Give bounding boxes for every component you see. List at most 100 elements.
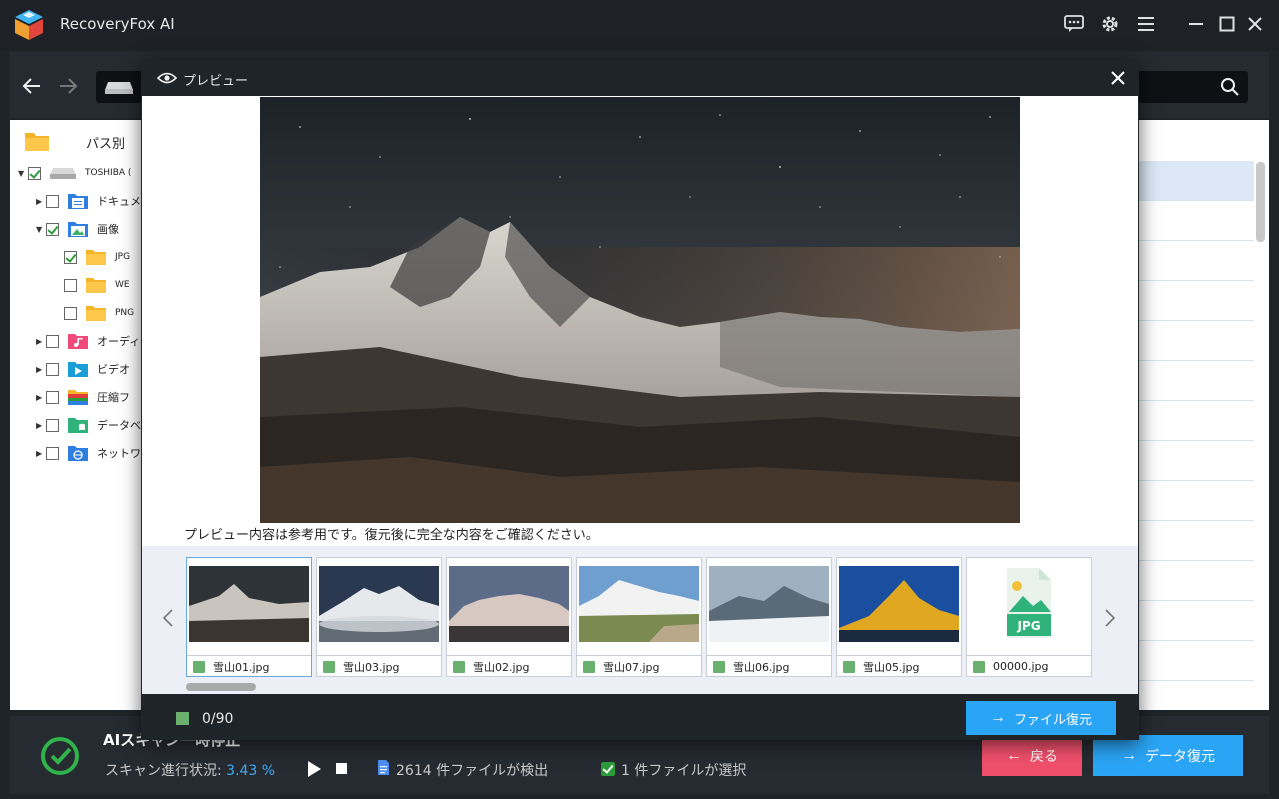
search-input[interactable]	[1136, 71, 1248, 103]
list-item[interactable]	[1138, 401, 1254, 441]
tree-item-images[interactable]: ▼ 画像	[36, 218, 119, 240]
forward-arrow-icon[interactable]	[54, 72, 82, 100]
tree-item-audio[interactable]: ▶ オーディ	[36, 330, 140, 352]
expand-triangle-icon[interactable]: ▶	[36, 337, 46, 346]
found-files-count: 2614 件ファイルが検出	[396, 763, 549, 779]
thumbnail-item[interactable]: 雪山05.jpg	[836, 557, 962, 677]
drive-icon	[105, 82, 133, 94]
right-arrow-icon: →	[989, 709, 1006, 726]
list-item[interactable]	[1138, 361, 1254, 401]
tree-item-video[interactable]: ▶ ビデオ	[36, 358, 130, 380]
feedback-icon[interactable]	[1062, 12, 1086, 36]
thumbnail-checkbox[interactable]	[453, 660, 465, 673]
search-icon[interactable]	[1220, 77, 1240, 97]
thumbnail-image	[319, 566, 439, 642]
back-button[interactable]: ← 戻る	[982, 735, 1082, 776]
thumbnail-item[interactable]: 雪山03.jpg	[316, 557, 442, 677]
list-item[interactable]	[1138, 521, 1254, 561]
expand-triangle-icon[interactable]: ▶	[36, 197, 46, 206]
selection-indicator	[176, 712, 189, 725]
collapse-triangle-icon[interactable]: ▼	[36, 225, 46, 234]
expand-triangle-icon[interactable]: ▶	[36, 421, 46, 430]
tree-checkbox[interactable]	[46, 222, 59, 236]
chevron-right-icon[interactable]	[1102, 606, 1118, 630]
list-item[interactable]	[1138, 441, 1254, 481]
list-item[interactable]	[1138, 641, 1254, 681]
drive-icon	[50, 168, 76, 179]
selected-files-count: 1 件ファイルが選択	[621, 763, 747, 779]
jpg-file-icon: JPG	[1007, 568, 1051, 638]
thumbnail-checkbox[interactable]	[973, 660, 985, 673]
back-arrow-icon[interactable]	[18, 72, 46, 100]
collapse-triangle-icon[interactable]: ▼	[18, 169, 28, 178]
close-icon[interactable]	[1243, 12, 1267, 36]
tree-checkbox[interactable]	[46, 418, 59, 432]
tree-item-archive[interactable]: ▶ 圧縮フ	[36, 386, 130, 408]
tree-item-webp[interactable]: WE	[64, 274, 130, 296]
play-icon[interactable]	[306, 760, 322, 778]
thumbnail-item[interactable]: 雪山06.jpg	[706, 557, 832, 677]
thumbnail-checkbox[interactable]	[583, 660, 595, 673]
thumbnail-checkbox[interactable]	[843, 660, 855, 673]
folder-icon	[86, 250, 106, 265]
preview-notice: プレビュー内容は参考用です。復元後に完全な内容をご確認ください。	[184, 528, 599, 543]
tree-checkbox[interactable]	[28, 166, 41, 180]
tree-item-network[interactable]: ▶ ネットワ	[36, 442, 141, 464]
left-arrow-icon: ←	[1006, 746, 1022, 764]
list-item[interactable]	[1138, 161, 1254, 201]
thumbnail-item[interactable]: 雪山02.jpg	[446, 557, 572, 677]
archive-folder-icon	[68, 390, 88, 405]
list-item[interactable]	[1138, 241, 1254, 281]
preview-dialog-header: プレビュー	[141, 60, 1139, 96]
tree-checkbox[interactable]	[46, 194, 59, 208]
thumbnail-scrollbar[interactable]	[186, 683, 256, 691]
expand-triangle-icon[interactable]: ▶	[36, 449, 46, 458]
thumbnail-checkbox[interactable]	[713, 660, 725, 673]
thumbnail-item[interactable]: 雪山07.jpg	[576, 557, 702, 677]
tree-checkbox[interactable]	[46, 362, 59, 376]
tree-checkbox[interactable]	[46, 334, 59, 348]
settings-icon[interactable]	[1098, 12, 1122, 36]
list-item[interactable]	[1138, 561, 1254, 601]
chevron-left-icon[interactable]	[160, 606, 176, 630]
tree-item-database[interactable]: ▶ データベ	[36, 414, 141, 436]
tree-item-documents[interactable]: ▶ ドキュメ	[36, 190, 141, 212]
list-item[interactable]	[1138, 201, 1254, 241]
file-list-panel	[1138, 120, 1269, 710]
thumbnail-image	[449, 566, 569, 642]
list-scrollbar[interactable]	[1256, 162, 1265, 242]
tree-item-png[interactable]: PNG	[64, 302, 134, 324]
close-icon[interactable]	[1107, 67, 1129, 89]
tree-checkbox[interactable]	[46, 390, 59, 404]
preview-dialog: プレビュー プレビュー内容は参考用です。復元後に完全な内容をご確認ください。 雪…	[141, 60, 1139, 740]
preview-body: プレビュー内容は参考用です。復元後に完全な内容をご確認ください。 雪山01.jp…	[142, 96, 1138, 694]
network-folder-icon	[68, 446, 88, 461]
selected-count: 0/90	[202, 711, 234, 727]
maximize-icon[interactable]	[1215, 12, 1239, 36]
menu-icon[interactable]	[1134, 12, 1158, 36]
data-recover-button[interactable]: → データ復元	[1093, 735, 1243, 776]
thumbnail-item[interactable]: 雪山01.jpg	[186, 557, 312, 677]
thumbnail-image	[189, 566, 309, 642]
expand-triangle-icon[interactable]: ▶	[36, 393, 46, 402]
thumbnail-strip: 雪山01.jpg 雪山03.jpg 雪山02.jpg 雪山07.jpg 雪山06…	[142, 546, 1138, 694]
minimize-icon[interactable]	[1184, 12, 1208, 36]
tree-item-jpg[interactable]: JPG	[64, 246, 130, 268]
svg-text:JPG: JPG	[1016, 619, 1040, 633]
thumbnail-checkbox[interactable]	[193, 660, 205, 673]
file-recover-button[interactable]: → ファイル復元	[966, 701, 1116, 735]
tree-checkbox[interactable]	[46, 446, 59, 460]
thumbnail-item[interactable]: JPG 00000.jpg	[966, 557, 1092, 677]
stop-icon[interactable]	[336, 763, 347, 774]
preview-dialog-footer: 0/90 → ファイル復元	[141, 694, 1139, 740]
expand-triangle-icon[interactable]: ▶	[36, 365, 46, 374]
tree-checkbox[interactable]	[64, 250, 77, 264]
list-item[interactable]	[1138, 321, 1254, 361]
list-item[interactable]	[1138, 281, 1254, 321]
tree-item-drive[interactable]: ▼ TOSHIBA (	[18, 162, 131, 184]
list-item[interactable]	[1138, 601, 1254, 641]
tree-checkbox[interactable]	[64, 306, 77, 320]
thumbnail-checkbox[interactable]	[323, 660, 335, 673]
tree-checkbox[interactable]	[64, 278, 77, 292]
list-item[interactable]	[1138, 481, 1254, 521]
